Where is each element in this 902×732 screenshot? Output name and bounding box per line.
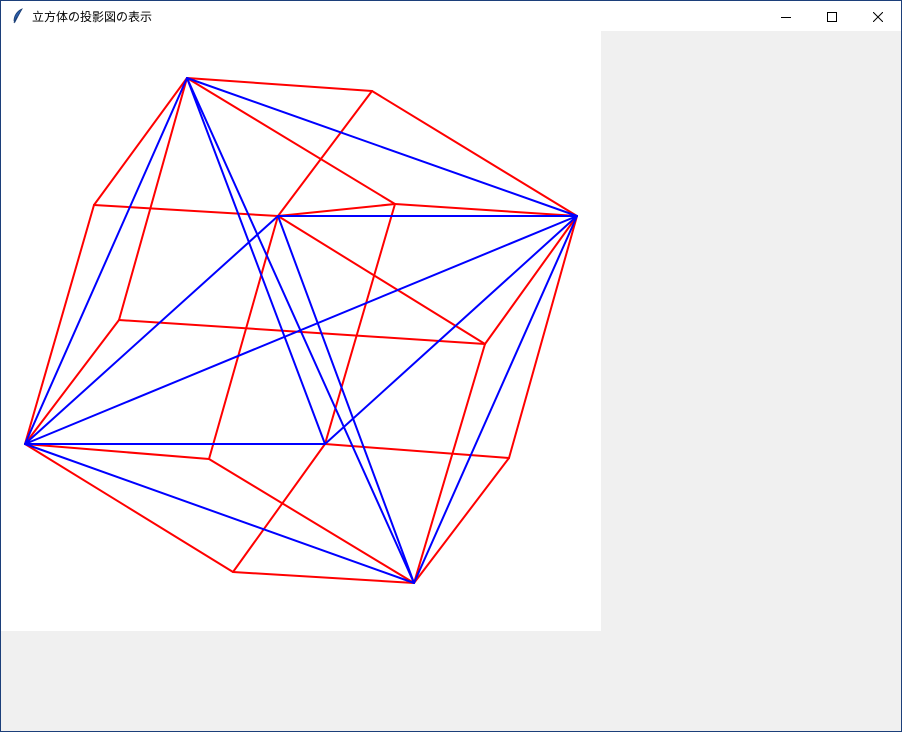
cube-edge-line (277, 90, 373, 217)
close-icon (872, 7, 884, 26)
cube-edge-line (413, 343, 486, 584)
cube-edge-line (277, 203, 396, 217)
cube-edge-line (277, 215, 486, 345)
minimize-icon (781, 7, 791, 26)
cube-edge-line (24, 204, 95, 445)
cube-edge-line (24, 443, 210, 460)
cube-edge-line (208, 215, 279, 460)
cube-projection-drawing (24, 77, 578, 584)
title-bar[interactable]: 立方体の投影図の表示 (1, 1, 901, 31)
cube-edge-line (118, 77, 188, 321)
minimize-button[interactable] (763, 1, 809, 31)
diagonal-line (186, 77, 326, 445)
drawing-canvas[interactable] (1, 31, 601, 631)
cube-edge-line (508, 215, 578, 459)
cube-edge-line (232, 443, 326, 573)
window-title: 立方体の投影図の表示 (32, 9, 153, 24)
cube-edge-line (93, 77, 188, 206)
cube-edge-line (186, 77, 373, 92)
maximize-button[interactable] (809, 1, 855, 31)
window-controls (763, 1, 901, 31)
diagonal-line (24, 77, 188, 445)
diagonal-line (277, 215, 415, 584)
diagonal-line (324, 215, 578, 445)
close-button[interactable] (855, 1, 901, 31)
maximize-icon (827, 7, 837, 26)
cube-edge-line (93, 204, 279, 217)
app-window: 立方体の投影図の表示 (0, 0, 902, 732)
diagonal-line (24, 215, 279, 445)
feather-icon (10, 8, 26, 24)
diagonal-line (413, 215, 578, 584)
